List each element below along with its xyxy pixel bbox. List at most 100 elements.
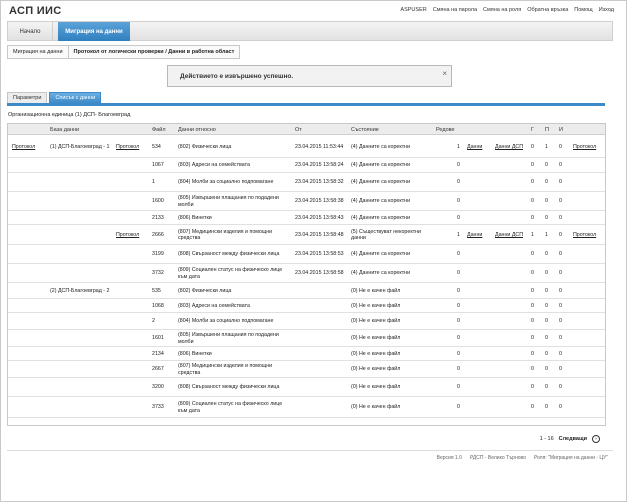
cell-dsp-link[interactable] — [495, 313, 525, 330]
cell-dsp-link[interactable] — [495, 283, 525, 299]
cell-dsp-link[interactable] — [495, 347, 525, 361]
cell-data-link[interactable] — [467, 158, 489, 173]
cell-dsp-link[interactable] — [495, 211, 525, 225]
header-data[interactable]: Данни относно — [178, 127, 216, 133]
breadcrumb-root[interactable]: Миграция на данни — [7, 45, 69, 59]
cell-protocol-c[interactable] — [573, 313, 605, 330]
change-password-link[interactable]: Смяна на парола — [433, 7, 477, 13]
cell-protocol-c[interactable] — [573, 397, 605, 418]
cell-protocol-c[interactable] — [573, 361, 605, 378]
cell-data-link[interactable] — [467, 347, 489, 361]
cell-protocol-a[interactable] — [12, 378, 46, 397]
cell-dsp-link[interactable]: Данни ДСП — [495, 136, 525, 158]
cell-protocol-a[interactable] — [12, 397, 46, 418]
cell-dsp-link[interactable] — [495, 330, 525, 347]
header-file[interactable]: Файл — [152, 127, 166, 133]
cell-protocol-a[interactable] — [12, 347, 46, 361]
cell-data-link[interactable]: Данни — [467, 225, 489, 245]
logout-link[interactable]: Изход — [599, 7, 614, 13]
header-from[interactable]: От — [295, 127, 302, 133]
cell-protocol-c[interactable] — [573, 299, 605, 313]
cell-data-link[interactable] — [467, 361, 489, 378]
cell-data-link[interactable] — [467, 264, 489, 283]
cell-protocol-b[interactable] — [116, 158, 150, 173]
cell-data-link[interactable] — [467, 397, 489, 418]
cell-protocol-b[interactable] — [116, 299, 150, 313]
header-g[interactable]: Г — [531, 127, 534, 133]
cell-protocol-b[interactable] — [116, 211, 150, 225]
cell-protocol-b[interactable]: Протокол — [116, 136, 150, 158]
cell-data-link[interactable] — [467, 330, 489, 347]
cell-protocol-b[interactable] — [116, 192, 150, 211]
cell-protocol-a[interactable] — [12, 299, 46, 313]
nav-home[interactable]: Начало — [8, 22, 53, 41]
cell-protocol-a[interactable] — [12, 192, 46, 211]
cell-protocol-c[interactable] — [573, 330, 605, 347]
cell-protocol-c[interactable] — [573, 158, 605, 173]
cell-protocol-b[interactable] — [116, 173, 150, 192]
cell-dsp-link[interactable] — [495, 378, 525, 397]
cell-protocol-a[interactable] — [12, 361, 46, 378]
cell-protocol-c[interactable]: Протокол — [573, 136, 605, 158]
cell-data-link[interactable] — [467, 283, 489, 299]
cell-data-link[interactable] — [467, 173, 489, 192]
cell-protocol-b[interactable] — [116, 397, 150, 418]
cell-protocol-c[interactable] — [573, 347, 605, 361]
change-role-link[interactable]: Смяна на роля — [483, 7, 521, 13]
cell-protocol-b[interactable] — [116, 361, 150, 378]
cell-protocol-b[interactable] — [116, 330, 150, 347]
pager-next-button[interactable]: Следващи — [559, 436, 587, 442]
header-state[interactable]: Състояние — [351, 127, 379, 133]
cell-dsp-link[interactable] — [495, 299, 525, 313]
feedback-link[interactable]: Обратна връзка — [527, 7, 568, 13]
cell-dsp-link[interactable] — [495, 397, 525, 418]
cell-data-link[interactable] — [467, 192, 489, 211]
cell-protocol-b[interactable] — [116, 283, 150, 299]
cell-dsp-link[interactable] — [495, 158, 525, 173]
cell-protocol-c[interactable]: Протокол — [573, 225, 605, 245]
cell-protocol-b[interactable] — [116, 313, 150, 330]
cell-protocol-b[interactable] — [116, 264, 150, 283]
cell-data-link[interactable] — [467, 211, 489, 225]
cell-protocol-a[interactable]: Протокол — [12, 136, 46, 158]
nav-data-migration[interactable]: Миграция на данни — [58, 22, 130, 41]
cell-dsp-link[interactable] — [495, 192, 525, 211]
cell-dsp-link[interactable]: Данни ДСП — [495, 225, 525, 245]
cell-protocol-c[interactable] — [573, 173, 605, 192]
cell-dsp-link[interactable] — [495, 173, 525, 192]
cell-protocol-a[interactable] — [12, 225, 46, 245]
cell-dsp-link[interactable] — [495, 361, 525, 378]
cell-protocol-a[interactable] — [12, 330, 46, 347]
cell-data-link[interactable]: Данни — [467, 136, 489, 158]
cell-protocol-a[interactable] — [12, 264, 46, 283]
cell-protocol-c[interactable] — [573, 378, 605, 397]
cell-data-link[interactable] — [467, 313, 489, 330]
cell-protocol-a[interactable] — [12, 211, 46, 225]
cell-data-link[interactable] — [467, 378, 489, 397]
cell-protocol-b[interactable] — [116, 245, 150, 264]
header-db[interactable]: База данни — [50, 127, 79, 133]
cell-protocol-b[interactable]: Протокол — [116, 225, 150, 245]
cell-protocol-a[interactable] — [12, 313, 46, 330]
cell-protocol-a[interactable] — [12, 173, 46, 192]
tab-parameters[interactable]: Параметри — [7, 92, 48, 103]
chevron-right-icon[interactable]: › — [592, 435, 600, 443]
cell-protocol-c[interactable] — [573, 264, 605, 283]
cell-protocol-c[interactable] — [573, 192, 605, 211]
cell-protocol-a[interactable] — [12, 283, 46, 299]
cell-data-link[interactable] — [467, 299, 489, 313]
cell-dsp-link[interactable] — [495, 245, 525, 264]
cell-protocol-a[interactable] — [12, 245, 46, 264]
close-icon[interactable]: × — [442, 69, 447, 78]
cell-data-link[interactable] — [467, 245, 489, 264]
cell-protocol-c[interactable] — [573, 245, 605, 264]
help-link[interactable]: Помощ — [574, 7, 592, 13]
cell-protocol-b[interactable] — [116, 347, 150, 361]
cell-protocol-a[interactable] — [12, 158, 46, 173]
cell-protocol-b[interactable] — [116, 378, 150, 397]
tab-data-list[interactable]: Списък с данни — [49, 92, 102, 103]
header-p[interactable]: П — [545, 127, 549, 133]
cell-protocol-c[interactable] — [573, 283, 605, 299]
cell-dsp-link[interactable] — [495, 264, 525, 283]
header-i[interactable]: И — [559, 127, 563, 133]
